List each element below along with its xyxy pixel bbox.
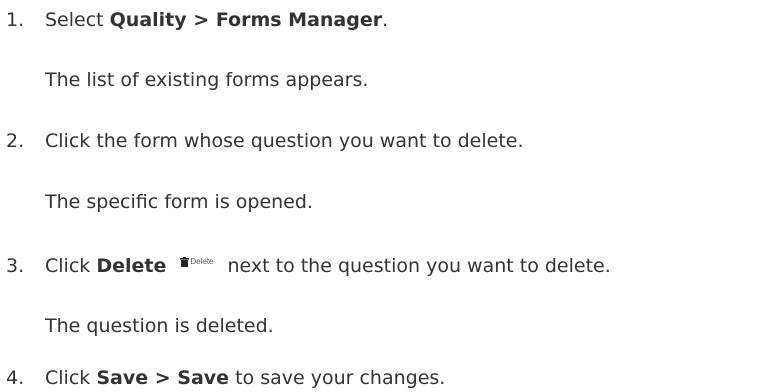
step-number: 1. (6, 9, 25, 31)
step-text-post: next to the question you want to delete. (227, 255, 611, 277)
menu-save-item: Save (177, 367, 230, 389)
step-text-post: to save your changes. (229, 367, 446, 389)
step-2-result: The specific form is opened. (45, 191, 313, 213)
menu-save: Save (96, 367, 149, 389)
step-3-result: The question is deleted. (45, 315, 274, 337)
step-4: 4. Click Save > Save to save your changes… (0, 366, 445, 390)
step-number: 3. (6, 255, 25, 277)
step-text: Click the form whose question you want t… (45, 130, 524, 152)
menu-separator: > (186, 9, 216, 31)
menu-quality: Quality (109, 9, 187, 31)
trash-icon (180, 257, 190, 267)
step-1: 1. Select Quality > Forms Manager. (0, 8, 388, 32)
step-1-result: The list of existing forms appears. (45, 69, 369, 91)
menu-separator: > (148, 367, 178, 389)
delete-button-image: Delete (180, 250, 213, 267)
delete-label: Delete (96, 255, 167, 277)
step-text-pre: Click (45, 367, 97, 389)
step-2: 2. Click the form whose question you want… (0, 129, 524, 153)
step-number: 4. (6, 367, 25, 389)
step-text-post: . (382, 9, 389, 31)
step-text-pre: Select (45, 9, 110, 31)
menu-forms-manager: Forms Manager (215, 9, 383, 31)
step-text-pre: Click (45, 255, 97, 277)
step-3: 3. Click Delete Delete next to the question… (0, 254, 611, 278)
delete-icon-label: Delete (190, 257, 214, 266)
step-number: 2. (6, 130, 25, 152)
